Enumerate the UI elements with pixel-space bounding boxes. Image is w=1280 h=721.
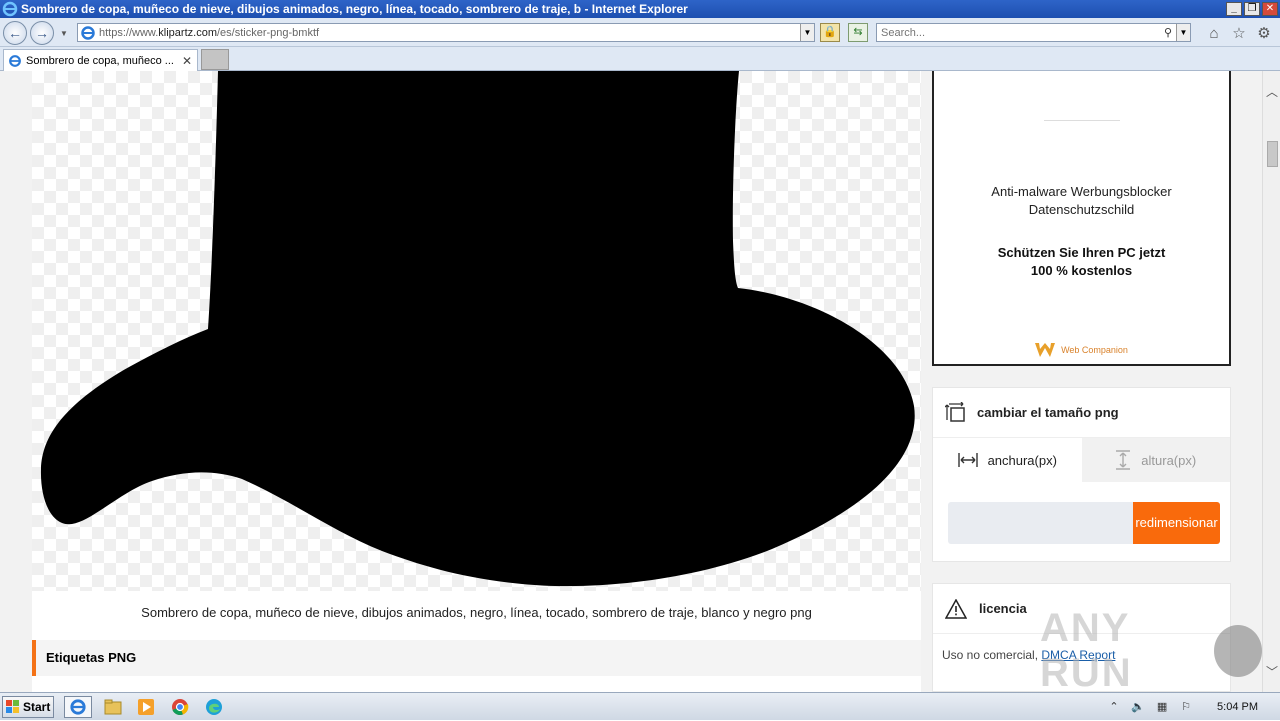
favorites-star-icon[interactable]: ☆ — [1230, 25, 1248, 43]
license-title: licencia — [979, 601, 1027, 616]
taskbar-edge-icon[interactable] — [200, 696, 228, 718]
address-url[interactable]: https://www.klipartz.com/es/sticker-png-… — [99, 27, 800, 39]
back-button[interactable]: ← — [3, 21, 27, 45]
tags-heading: Etiquetas PNG — [32, 640, 921, 676]
home-icon[interactable]: ⌂ — [1205, 25, 1223, 43]
resize-header: cambiar el tamaño png — [933, 388, 1230, 438]
image-caption: Sombrero de copa, muñeco de nieve, dibuj… — [32, 591, 921, 640]
search-dropdown-icon[interactable]: ▼ — [1176, 24, 1190, 41]
resize-icon — [945, 401, 965, 422]
resize-button[interactable]: redimensionar — [1133, 502, 1220, 544]
window-title: Sombrero de copa, muñeco de nieve, dibuj… — [21, 2, 688, 16]
restore-button[interactable]: ❐ — [1244, 2, 1260, 16]
action-center-flag-icon[interactable]: ⚐ — [1179, 700, 1193, 714]
taskbar-media-player-icon[interactable] — [132, 696, 160, 718]
lock-icon[interactable]: 🔒 — [820, 23, 840, 42]
tab-label: Sombrero de copa, muñeco ... — [26, 54, 174, 67]
tab-width[interactable]: anchura(px) — [933, 438, 1082, 482]
close-window-button[interactable]: ✕ — [1262, 2, 1278, 16]
taskbar-ie-icon[interactable] — [64, 696, 92, 718]
top-hat-image — [40, 71, 915, 587]
tab-height[interactable]: altura(px) — [1081, 438, 1230, 482]
windows-flag-icon — [6, 700, 19, 713]
ad-text-2: Schützen Sie Ihren PC jetzt 100 % kosten… — [997, 245, 1166, 278]
resize-input[interactable] — [948, 502, 1133, 544]
ie-logo-icon — [2, 1, 18, 17]
scroll-up-icon[interactable]: ︿ — [1263, 83, 1280, 99]
ie-page-icon — [81, 25, 95, 40]
taskbar-chrome-icon[interactable] — [166, 696, 194, 718]
forward-button[interactable]: → — [30, 21, 54, 45]
resize-title: cambiar el tamaño png — [977, 405, 1119, 420]
start-button[interactable]: Start — [2, 696, 54, 718]
png-preview — [32, 71, 921, 591]
width-arrows-icon — [957, 453, 978, 467]
ad-brand[interactable]: Web Companion — [934, 343, 1229, 357]
gear-icon[interactable]: ⚙ — [1255, 25, 1273, 43]
minimize-button[interactable]: _ — [1226, 2, 1242, 16]
height-arrows-icon — [1116, 450, 1131, 470]
refresh-button[interactable]: ⇆ — [848, 23, 868, 42]
tab-current[interactable]: Sombrero de copa, muñeco ... ✕ — [3, 49, 198, 71]
network-icon[interactable]: ▦ — [1155, 700, 1169, 714]
advertisement[interactable]: Anti-malware Werbungsblocker Datenschutz… — [932, 71, 1231, 366]
address-toolbar: ← → ▼ https://www.klipartz.com/es/sticke… — [0, 18, 1280, 47]
scroll-thumb[interactable] — [1267, 141, 1278, 167]
ad-divider — [1044, 120, 1120, 121]
search-box[interactable]: ⚲ ▼ — [876, 23, 1191, 42]
tab-bar: Sombrero de copa, muñeco ... ✕ — [0, 47, 1280, 71]
warning-icon — [945, 598, 967, 619]
taskbar-clock[interactable]: 5:04 PM — [1217, 701, 1258, 713]
tab-close-icon[interactable]: ✕ — [180, 54, 194, 68]
watermark-circle-icon — [1214, 625, 1262, 677]
address-dropdown-icon[interactable]: ▼ — [800, 24, 814, 41]
search-icon[interactable]: ⚲ — [1160, 26, 1176, 39]
taskbar-explorer-icon[interactable] — [99, 696, 127, 718]
new-tab-button[interactable] — [201, 49, 229, 70]
web-companion-logo-icon — [1035, 343, 1056, 357]
scroll-down-icon[interactable]: ﹀ — [1263, 663, 1280, 679]
system-tray: ⌃ 🔈 ▦ ⚐ 5:04 PM — [1107, 693, 1280, 721]
anyrun-watermark: ANY RUN — [1040, 606, 1262, 692]
ie-tab-icon — [9, 54, 21, 67]
vertical-scrollbar[interactable]: ︿ ﹀ — [1262, 71, 1280, 692]
history-dropdown-icon[interactable]: ▼ — [60, 29, 68, 38]
resize-widget: cambiar el tamaño png anchura(px) altura… — [932, 387, 1231, 562]
web-page: Sombrero de copa, muñeco de nieve, dibuj… — [0, 71, 1262, 692]
tray-expand-icon[interactable]: ⌃ — [1107, 700, 1121, 714]
taskbar: Start ⌃ 🔈 ▦ ⚐ 5:04 PM — [0, 692, 1280, 720]
ad-text-1: Anti-malware Werbungsblocker Datenschutz… — [991, 184, 1172, 217]
search-input[interactable] — [877, 24, 1160, 41]
tags-content — [32, 676, 921, 692]
window-title-bar: Sombrero de copa, muñeco de nieve, dibuj… — [0, 0, 1280, 18]
volume-icon[interactable]: 🔈 — [1131, 700, 1145, 714]
address-field[interactable]: https://www.klipartz.com/es/sticker-png-… — [77, 23, 815, 42]
